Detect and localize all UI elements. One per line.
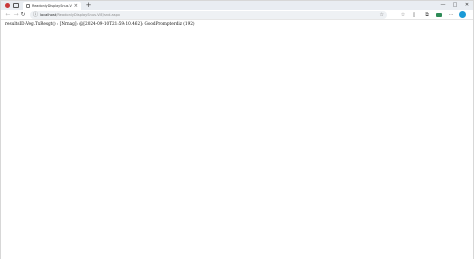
favorite-star-icon[interactable]: ☆ xyxy=(380,11,384,19)
favorites-icon[interactable]: ☆ xyxy=(399,11,407,19)
maximize-button[interactable]: □ xyxy=(450,1,460,10)
tab-active[interactable]: ReadonlyDisplaySnus.ViE... × xyxy=(23,2,81,10)
tab-close-icon[interactable]: × xyxy=(74,2,78,10)
more-icon[interactable]: ··· xyxy=(447,11,455,19)
tab-strip: ReadonlyDisplaySnus.ViE... × + — □ ✕ xyxy=(1,1,473,10)
browser-toolbar: ← → ↻ ⓘ localhost/ReadonlyDisplaySnus.Vi… xyxy=(1,10,473,20)
page-favicon xyxy=(26,4,30,8)
profile-icon[interactable] xyxy=(4,2,11,9)
result-text: resultsID:Veg.TxResgt() : [Nrnag]: @[202… xyxy=(5,21,195,26)
tab-actions-icon[interactable] xyxy=(13,3,19,8)
address-url[interactable]: localhost/ReadonlyDisplaySnus.ViE/snd.as… xyxy=(40,11,120,19)
back-button[interactable]: ← xyxy=(4,11,12,19)
split-screen-icon[interactable]: ▯ xyxy=(410,11,418,19)
info-icon[interactable]: ⓘ xyxy=(33,12,38,18)
copilot-icon[interactable] xyxy=(458,11,466,19)
url-host: localhost xyxy=(40,13,57,17)
address-bar[interactable]: ⓘ localhost/ReadonlyDisplaySnus.ViE/snd.… xyxy=(30,11,387,19)
url-path: /ReadonlyDisplaySnus.ViE/snd.aspx xyxy=(56,13,120,17)
minimize-button[interactable]: — xyxy=(438,1,448,10)
reload-button[interactable]: ↻ xyxy=(19,11,27,19)
collections-icon[interactable]: ⧉ xyxy=(423,11,431,19)
tab-title: ReadonlyDisplaySnus.ViE... xyxy=(32,4,72,8)
extension-icon[interactable] xyxy=(435,11,443,19)
browser-window: ReadonlyDisplaySnus.ViE... × + — □ ✕ ← →… xyxy=(0,0,474,259)
page-content: resultsID:Veg.TxResgt() : [Nrnag]: @[202… xyxy=(1,21,473,259)
new-tab-button[interactable]: + xyxy=(85,2,92,9)
close-window-button[interactable]: ✕ xyxy=(462,1,472,10)
